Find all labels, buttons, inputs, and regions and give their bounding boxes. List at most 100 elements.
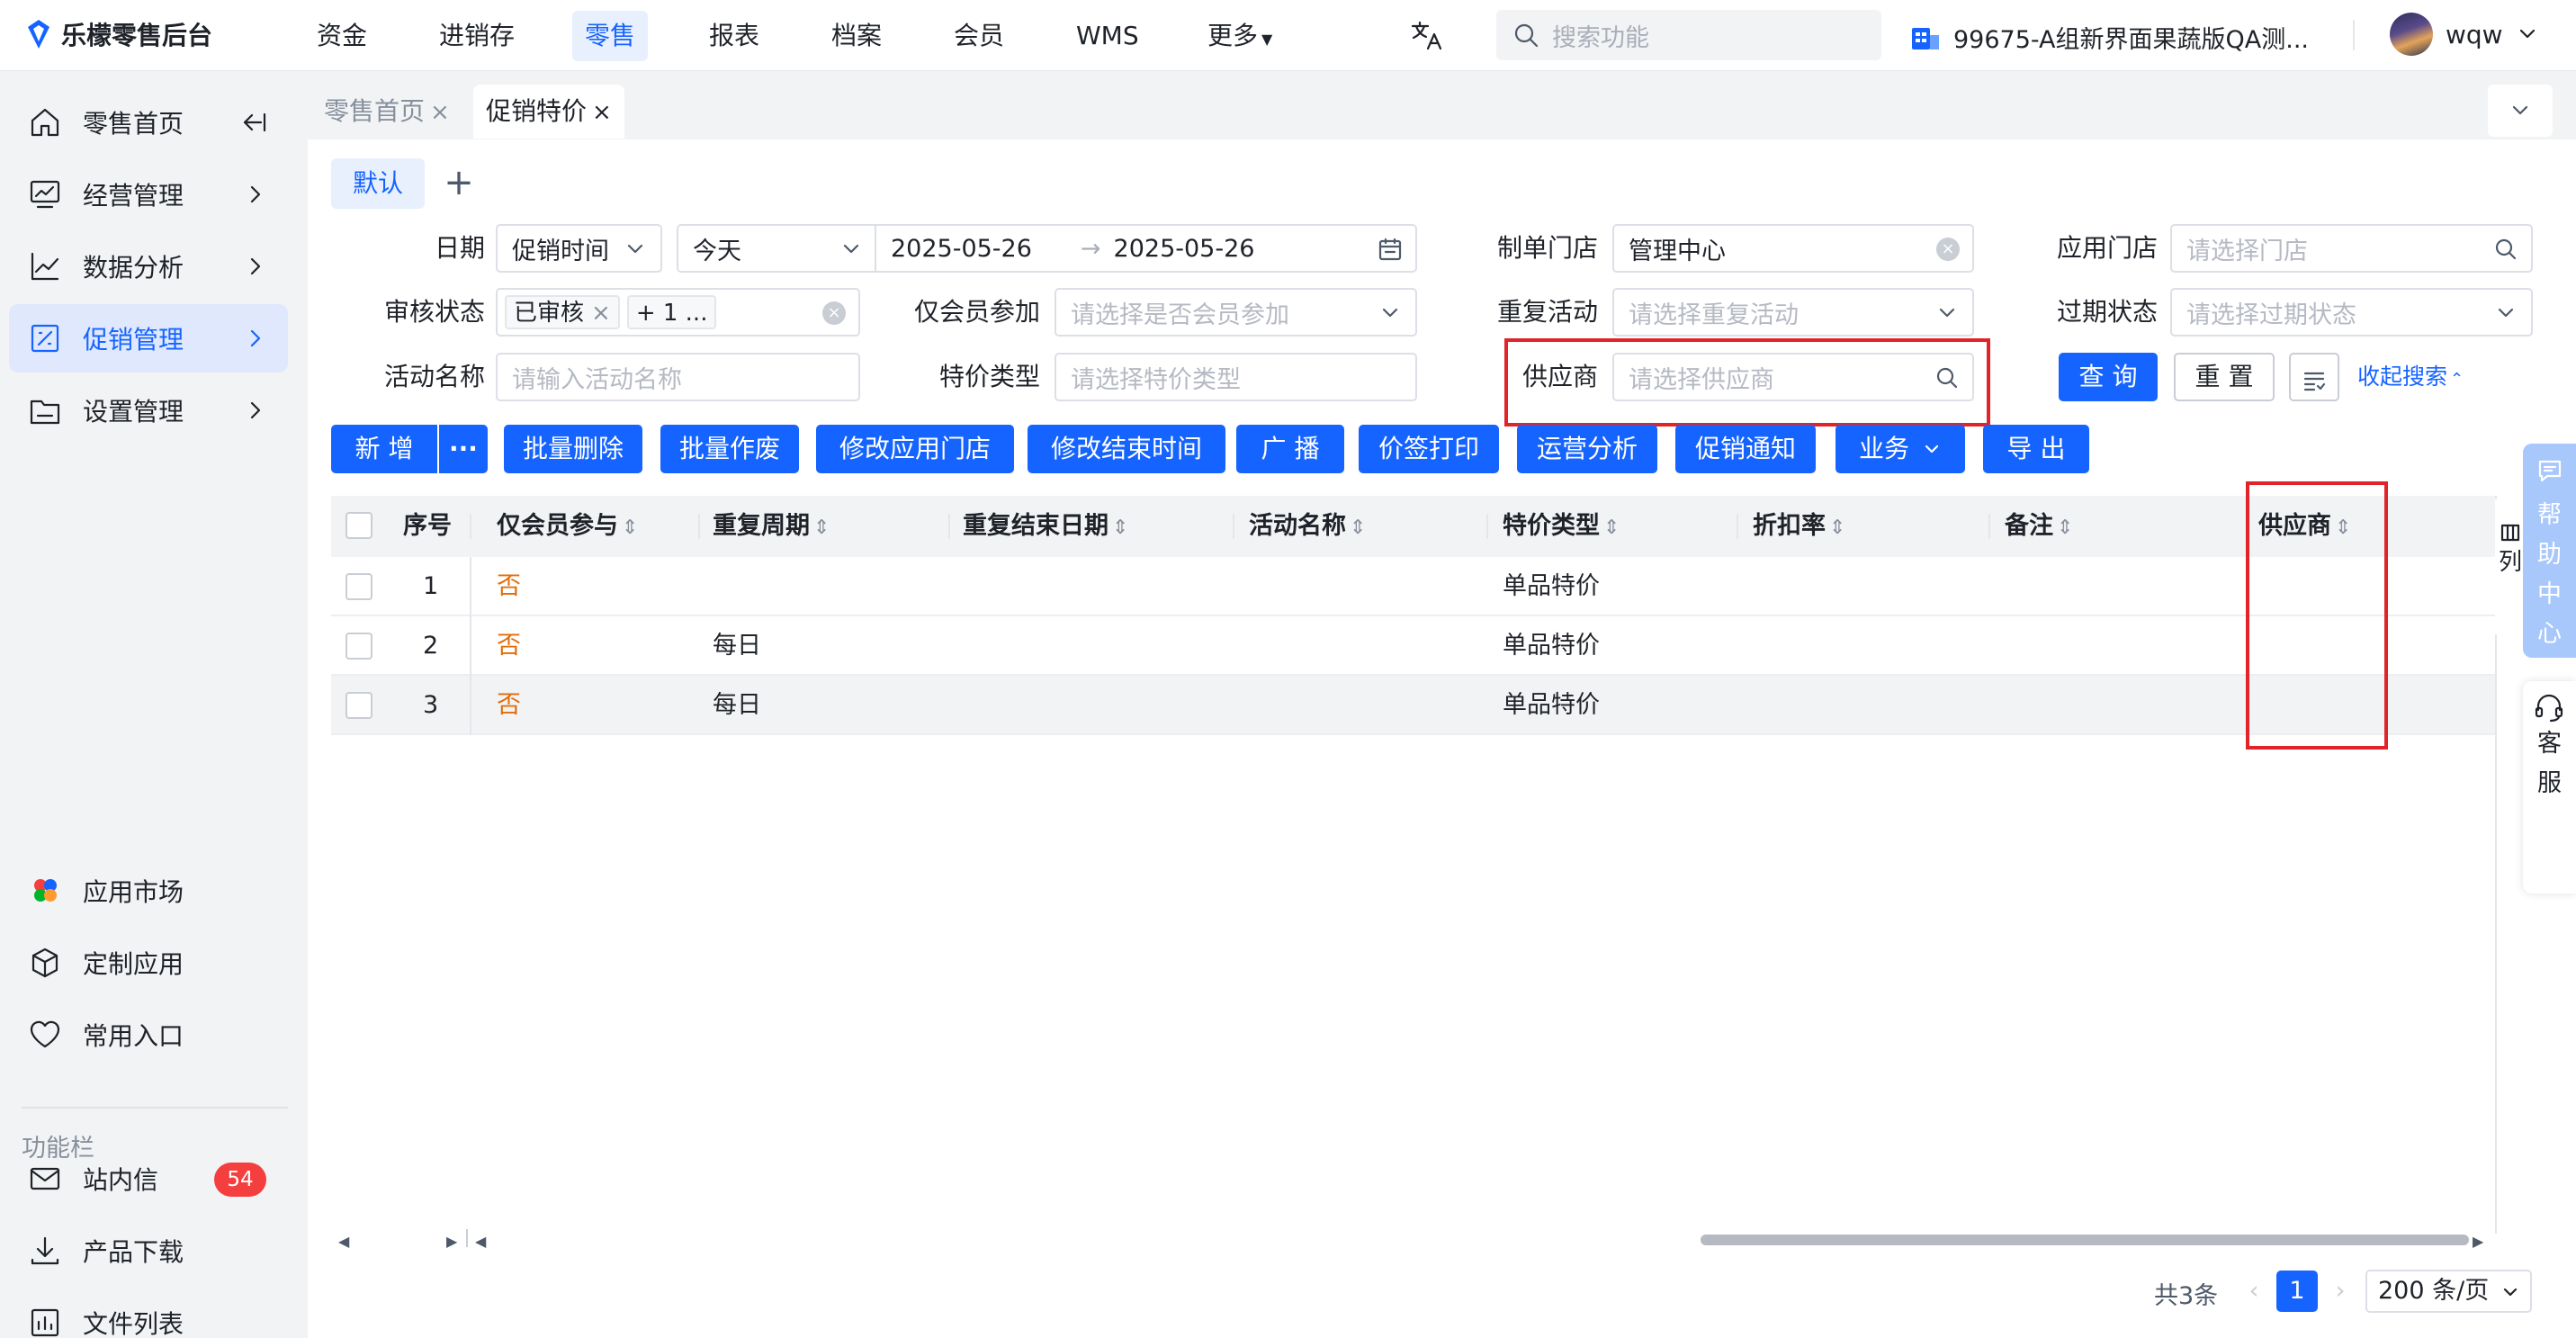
nav-inventory[interactable]: 进销存: [426, 11, 527, 61]
row-checkbox[interactable]: [346, 633, 372, 660]
search-input[interactable]: 搜索功能: [1496, 10, 1881, 60]
col-special-type[interactable]: 特价类型 ⇕: [1503, 496, 1620, 557]
add-view-button[interactable]: +: [428, 158, 489, 209]
export-button[interactable]: 导 出: [1983, 425, 2089, 473]
batch-delete-button[interactable]: 批量删除: [504, 425, 642, 473]
nav-archive[interactable]: 档案: [819, 11, 894, 61]
tab-promo-special-price[interactable]: 促销特价 ×: [473, 85, 624, 139]
date-range-picker[interactable]: 2025-05-26 → 2025-05-26: [875, 224, 1417, 273]
sidebar-item-promotion[interactable]: 促销管理: [9, 304, 288, 373]
sidebar-item-files[interactable]: 文件列表: [9, 1289, 288, 1338]
expired-select[interactable]: 请选择过期状态: [2170, 288, 2533, 337]
table-row[interactable]: 3 否 每日 单品特价: [331, 676, 2496, 735]
cell-index: 2: [423, 632, 439, 660]
app-logo[interactable]: 乐檬零售后台: [25, 16, 212, 52]
sidebar-item-messages[interactable]: 站内信 54: [9, 1145, 288, 1213]
sort-icon[interactable]: ⇕: [813, 516, 830, 539]
broadcast-button[interactable]: 广 播: [1236, 425, 1344, 473]
sidebar-item-app-market[interactable]: 应用市场: [9, 857, 288, 925]
sidebar-item-business[interactable]: 经营管理: [9, 160, 288, 229]
repeat-select[interactable]: 请选择重复活动: [1612, 288, 1974, 337]
sort-icon[interactable]: ⇕: [1603, 516, 1620, 539]
help-center-button[interactable]: 帮 助 中 心: [2523, 444, 2576, 658]
calendar-icon[interactable]: [1378, 237, 1403, 262]
nav-retail[interactable]: 零售: [572, 11, 649, 61]
customer-service-button[interactable]: 客 服: [2523, 681, 2576, 893]
apply-store-input[interactable]: 请选择门店: [2170, 224, 2533, 273]
clear-icon[interactable]: ×: [1936, 238, 1960, 261]
scroll-left-icon[interactable]: ◀: [338, 1233, 349, 1250]
nav-fund[interactable]: 资金: [304, 11, 380, 61]
row-checkbox[interactable]: [346, 692, 372, 719]
scroll-right-icon[interactable]: ▶: [446, 1233, 457, 1250]
sort-icon[interactable]: ⇕: [2057, 516, 2073, 539]
member-only-select[interactable]: 请选择是否会员参加: [1055, 288, 1417, 337]
user-menu[interactable]: wqw: [2390, 13, 2539, 56]
col-repeat-cycle[interactable]: 重复周期 ⇕: [713, 496, 830, 557]
reset-button[interactable]: 重 置: [2174, 353, 2275, 401]
sort-icon[interactable]: ⇕: [1350, 516, 1366, 539]
table-row[interactable]: 1 否 单品特价: [331, 557, 2496, 616]
sidebar-item-retail-home[interactable]: 零售首页: [9, 88, 288, 157]
col-repeat-end-date[interactable]: 重复结束日期 ⇕: [963, 496, 1128, 557]
translate-icon[interactable]: [1408, 18, 1444, 54]
sidebar-item-label: 产品下载: [83, 1237, 184, 1267]
scroll-right-icon[interactable]: ▶: [2473, 1233, 2483, 1250]
collapse-sidebar-icon[interactable]: [239, 110, 268, 135]
view-tab-default[interactable]: 默认: [331, 158, 425, 209]
collapse-search-link[interactable]: 收起搜索 ⌃: [2357, 353, 2464, 404]
sidebar-item-settings[interactable]: 设置管理: [9, 376, 288, 445]
close-icon[interactable]: ×: [430, 99, 450, 126]
edit-apply-store-button[interactable]: 修改应用门店: [816, 425, 1014, 473]
col-discount-rate[interactable]: 折扣率 ⇕: [1753, 496, 1845, 557]
query-button[interactable]: 查 询: [2059, 353, 2158, 401]
scroll-left-icon[interactable]: ◀: [475, 1233, 486, 1250]
close-icon[interactable]: ×: [592, 99, 612, 126]
special-type-select[interactable]: 请选择特价类型: [1055, 353, 1417, 401]
column-settings-button[interactable]: 列: [2495, 499, 2526, 634]
price-tag-print-button[interactable]: 价签打印: [1359, 425, 1499, 473]
chevron-down-icon: [2503, 1288, 2518, 1297]
tab-retail-home[interactable]: 零售首页 ×: [311, 85, 462, 139]
sidebar-item-favorites[interactable]: 常用入口: [9, 1001, 288, 1069]
business-dropdown[interactable]: 业务: [1836, 425, 1965, 473]
nav-wms[interactable]: WMS: [1064, 11, 1152, 61]
filter-settings-button[interactable]: [2289, 353, 2339, 401]
sidebar-item-downloads[interactable]: 产品下载: [9, 1217, 288, 1285]
sidebar-item-custom-app[interactable]: 定制应用: [9, 929, 288, 997]
operation-analysis-button[interactable]: 运营分析: [1517, 425, 1657, 473]
close-icon[interactable]: ×: [591, 300, 611, 327]
nav-more[interactable]: 更多 ▼: [1195, 11, 1285, 61]
audit-select[interactable]: 已审核 × + 1 ... ×: [496, 288, 860, 337]
tabs-menu-button[interactable]: [2488, 85, 2553, 137]
scrollbar-thumb[interactable]: [1701, 1235, 2469, 1245]
add-more-button[interactable]: ···: [439, 425, 488, 473]
page-size-select[interactable]: 200 条/页: [2365, 1270, 2532, 1313]
edit-end-time-button[interactable]: 修改结束时间: [1028, 425, 1225, 473]
table-row[interactable]: 2 否 每日 单品特价: [331, 616, 2496, 676]
date-type-select[interactable]: 促销时间: [496, 224, 662, 273]
col-member-only[interactable]: 仅会员参与 ⇕: [497, 496, 638, 557]
row-checkbox[interactable]: [346, 573, 372, 600]
select-all-checkbox[interactable]: [346, 512, 372, 539]
store-select[interactable]: 管理中心 ×: [1612, 224, 1974, 273]
nav-member[interactable]: 会员: [941, 11, 1017, 61]
add-button[interactable]: 新 增: [331, 425, 437, 473]
sort-icon[interactable]: ⇕: [1112, 516, 1128, 539]
col-remark[interactable]: 备注 ⇕: [2005, 496, 2073, 557]
org-switcher[interactable]: 99675-A组新界面果蔬版QA测...: [1910, 20, 2309, 55]
col-activity-name[interactable]: 活动名称 ⇕: [1249, 496, 1366, 557]
sidebar-item-data-analysis[interactable]: 数据分析: [9, 232, 288, 301]
page-1-button[interactable]: 1: [2276, 1271, 2318, 1312]
prev-page-icon[interactable]: ‹: [2239, 1271, 2269, 1312]
clear-icon[interactable]: ×: [822, 301, 846, 325]
date-preset-select[interactable]: 今天: [677, 224, 876, 273]
sort-icon[interactable]: ⇕: [1829, 516, 1845, 539]
activity-name-input[interactable]: 请输入活动名称: [496, 353, 860, 401]
page-size-value: 200 条/页: [2378, 1277, 2490, 1305]
sort-icon[interactable]: ⇕: [622, 516, 638, 539]
promo-notify-button[interactable]: 促销通知: [1675, 425, 1816, 473]
nav-report[interactable]: 报表: [696, 11, 772, 61]
batch-void-button[interactable]: 批量作废: [660, 425, 799, 473]
next-page-icon[interactable]: ›: [2325, 1271, 2356, 1312]
